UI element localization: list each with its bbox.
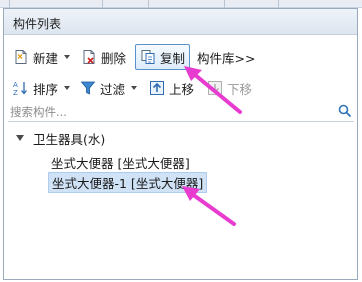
annotation-arrow-icon (184, 66, 242, 114)
delete-button[interactable]: 删除 (78, 45, 129, 69)
chevron-down-icon (131, 86, 138, 90)
delete-document-icon (83, 50, 95, 64)
new-document-icon (15, 50, 27, 64)
new-button[interactable]: 新建 (10, 45, 73, 69)
panel-titlebar: 构件列表 (4, 9, 357, 35)
component-list-panel: 构件列表 新建 删除 复制 构件库>> A Z 排序 过滤 上移 下移 搜索构件… (3, 8, 358, 280)
sort-button-label: 排序 (33, 81, 59, 97)
svg-text:A: A (13, 81, 18, 89)
expand-triangle-icon[interactable] (16, 135, 24, 141)
filter-funnel-icon (80, 81, 96, 95)
search-icon[interactable] (338, 104, 352, 118)
delete-button-label: 删除 (101, 50, 127, 66)
copy-icon (141, 50, 155, 64)
move-up-icon (150, 81, 164, 95)
strip-divider (148, 0, 149, 8)
filter-button[interactable]: 过滤 (77, 76, 140, 100)
strip-divider (224, 0, 225, 8)
search-input[interactable] (10, 104, 332, 120)
tree-node-plumbing-fixtures[interactable]: 卫生器具(水) (16, 128, 105, 148)
annotation-arrow-icon (182, 186, 236, 226)
new-button-label: 新建 (33, 50, 59, 66)
panel-title: 构件列表 (13, 17, 62, 31)
sort-icon: A Z (13, 81, 27, 96)
filter-button-label: 过滤 (100, 81, 126, 97)
tree-node-label: 卫生器具(水) (33, 131, 106, 147)
tree-item-label: 坐式大便器 [坐式大便器] (51, 155, 190, 171)
svg-text:Z: Z (13, 89, 18, 96)
strip-divider (9, 0, 10, 8)
sort-button[interactable]: A Z 排序 (10, 76, 73, 100)
tree-item[interactable]: 坐式大便器 [坐式大便器] (48, 152, 193, 172)
chevron-down-icon (64, 86, 71, 90)
strip-divider (278, 0, 279, 8)
top-edge-strip (0, 0, 362, 8)
chevron-down-icon (64, 55, 71, 59)
strip-divider (102, 0, 103, 8)
